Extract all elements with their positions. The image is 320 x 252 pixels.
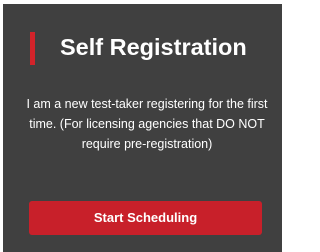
card-description: I am a new test-taker registering for th… (26, 97, 268, 151)
title-accent-bar (30, 32, 35, 65)
self-registration-card: Self Registration I am a new test-taker … (3, 4, 282, 252)
card-title: Self Registration (60, 34, 247, 60)
start-scheduling-button[interactable]: Start Scheduling (29, 201, 262, 235)
